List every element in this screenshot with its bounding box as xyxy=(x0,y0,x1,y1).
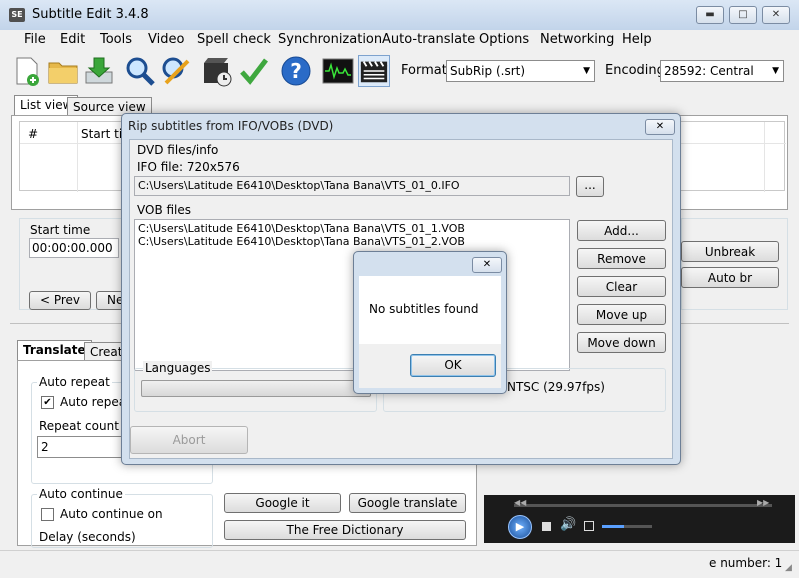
encoding-value: 28592: Central Euro xyxy=(664,64,754,78)
edit-right-group xyxy=(681,218,788,310)
maximize-button[interactable]: □ xyxy=(729,6,757,24)
chevron-down-icon: ▼ xyxy=(583,66,590,76)
ifo-file-label: IFO file: 720x576 xyxy=(137,160,240,174)
browse-ifo-button[interactable]: ... xyxy=(576,176,604,197)
vob-files-label: VOB files xyxy=(137,203,192,217)
line-number-status: e number: 1 xyxy=(709,556,783,570)
auto-continue-checkbox[interactable] xyxy=(41,508,54,521)
volume-icon[interactable]: 🔊 xyxy=(560,517,576,532)
google-translate-button[interactable]: Google translate xyxy=(349,493,466,513)
resize-grip-icon[interactable]: ◢ xyxy=(785,563,792,573)
dvd-dialog-title: Rip subtitles from IFO/VOBs (DVD) xyxy=(128,119,334,133)
format-value: SubRip (.srt) xyxy=(450,64,526,78)
replace-icon[interactable] xyxy=(160,55,192,87)
auto-continue-check-label: Auto continue on xyxy=(60,507,163,521)
rewind-icon[interactable]: ◀◀ xyxy=(514,498,526,507)
format-select[interactable]: SubRip (.srt) ▼ xyxy=(446,60,595,82)
stop-icon[interactable] xyxy=(542,522,551,531)
auto-br-button[interactable]: Auto br xyxy=(681,267,779,288)
menu-synchronization[interactable]: Synchronization xyxy=(278,32,382,47)
ntsc-label: NTSC (29.97fps) xyxy=(507,380,605,394)
auto-repeat-checkbox[interactable]: ✔ xyxy=(41,396,54,409)
menu-file[interactable]: File xyxy=(24,32,46,47)
list-item[interactable]: C:\Users\Latitude E6410\Desktop\Tana Ban… xyxy=(138,222,566,235)
status-bar: e number: 1 ◢ xyxy=(0,550,799,578)
menu-edit[interactable]: Edit xyxy=(60,32,85,47)
column-header-number[interactable]: # xyxy=(28,127,38,141)
save-icon[interactable] xyxy=(83,55,115,87)
menu-video[interactable]: Video xyxy=(148,32,184,47)
chevron-down-icon: ▼ xyxy=(770,61,779,81)
help-icon[interactable]: ? xyxy=(280,55,312,87)
tab-translate[interactable]: Translate xyxy=(17,340,92,361)
abort-button[interactable]: Abort xyxy=(130,426,248,454)
fullscreen-icon[interactable] xyxy=(584,521,594,531)
ifo-path-field[interactable]: C:\Users\Latitude E6410\Desktop\Tana Ban… xyxy=(134,176,570,196)
auto-continue-group-label: Auto continue xyxy=(37,487,125,501)
list-item[interactable]: C:\Users\Latitude E6410\Desktop\Tana Ban… xyxy=(138,235,566,248)
menu-auto-translate[interactable]: Auto-translate xyxy=(382,32,475,47)
visual-sync-icon[interactable] xyxy=(202,55,234,87)
message-box: ✕ No subtitles found OK xyxy=(353,251,507,394)
column-divider xyxy=(764,122,765,192)
encoding-label: Encoding xyxy=(605,63,665,78)
menu-networking[interactable]: Networking xyxy=(540,32,614,47)
start-time-label: Start time xyxy=(30,223,91,237)
volume-slider[interactable] xyxy=(602,525,652,528)
dvd-files-group-label: DVD files/info xyxy=(137,143,219,157)
add-vob-button[interactable]: Add... xyxy=(577,220,666,241)
fast-forward-icon[interactable]: ▶▶ xyxy=(757,498,769,507)
window-title: Subtitle Edit 3.4.8 xyxy=(32,7,149,22)
waveform-icon[interactable] xyxy=(322,55,354,87)
prev-button[interactable]: < Prev xyxy=(29,291,91,310)
dvd-dialog-titlebar: Rip subtitles from IFO/VOBs (DVD) ✕ xyxy=(122,114,680,138)
repeat-count-value: 2 xyxy=(41,440,49,454)
message-box-footer: OK xyxy=(359,344,501,388)
move-up-button[interactable]: Move up xyxy=(577,304,666,325)
video-player: ◀◀ ▶▶ ▶ 🔊 xyxy=(484,495,795,543)
message-text: No subtitles found xyxy=(369,302,479,316)
svg-text:?: ? xyxy=(290,59,302,83)
delay-label: Delay (seconds) xyxy=(39,530,136,544)
format-label: Format xyxy=(401,63,447,78)
start-time-input[interactable]: 00:00:00.000 xyxy=(29,238,119,258)
menu-options[interactable]: Options xyxy=(479,32,529,47)
spell-check-icon[interactable] xyxy=(238,55,270,87)
move-down-button[interactable]: Move down xyxy=(577,332,666,353)
clear-vob-button[interactable]: Clear xyxy=(577,276,666,297)
app-icon: SE xyxy=(9,8,25,22)
unbreak-button[interactable]: Unbreak xyxy=(681,241,779,262)
languages-label: Languages xyxy=(143,361,213,375)
new-file-icon[interactable] xyxy=(11,55,43,87)
find-icon[interactable] xyxy=(124,55,156,87)
remove-vob-button[interactable]: Remove xyxy=(577,248,666,269)
dvd-dialog-close-button[interactable]: ✕ xyxy=(645,119,675,135)
video-icon[interactable] xyxy=(358,55,390,87)
languages-progress xyxy=(141,380,371,397)
encoding-select[interactable]: 28592: Central Euro ▼ xyxy=(660,60,784,82)
play-icon[interactable]: ▶ xyxy=(508,515,532,539)
free-dictionary-button[interactable]: The Free Dictionary xyxy=(224,520,466,540)
google-it-button[interactable]: Google it xyxy=(224,493,341,513)
column-divider xyxy=(77,122,78,192)
menu-spell-check[interactable]: Spell check xyxy=(197,32,271,47)
menu-tools[interactable]: Tools xyxy=(100,32,132,47)
ok-button[interactable]: OK xyxy=(410,354,496,377)
close-button[interactable]: ✕ xyxy=(762,6,790,24)
menu-help[interactable]: Help xyxy=(622,32,652,47)
volume-level xyxy=(602,525,624,528)
main-titlebar: SE Subtitle Edit 3.4.8 ▬ □ ✕ xyxy=(0,0,799,30)
menu-bar: File Edit Tools Video Spell check Synchr… xyxy=(0,30,799,51)
message-box-close-button[interactable]: ✕ xyxy=(472,257,502,273)
auto-repeat-group-label: Auto repeat xyxy=(37,375,112,389)
video-position-track[interactable] xyxy=(514,504,772,507)
open-folder-icon[interactable] xyxy=(47,55,79,87)
minimize-button[interactable]: ▬ xyxy=(696,6,724,24)
